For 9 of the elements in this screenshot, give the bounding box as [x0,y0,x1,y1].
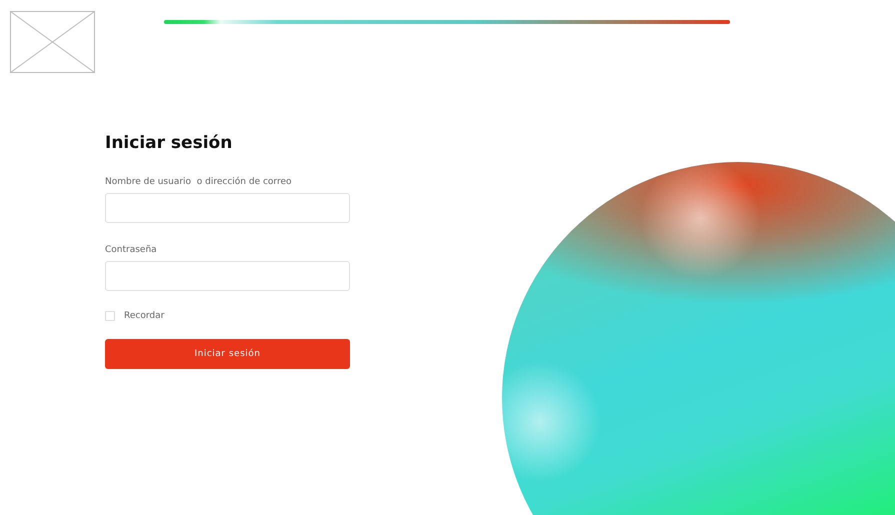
image-placeholder-icon [10,11,95,73]
field-label: Nombre de usuario o dirección de correo [105,177,293,187]
input-field[interactable] [105,261,350,291]
remember-label: Recordar [124,311,164,321]
checkbox[interactable] [105,311,115,321]
login-button[interactable]: Iniciar sesión [105,339,350,369]
input-field[interactable] [105,193,350,223]
login-title: Iniciar sesión [105,133,234,153]
field-label: Contraseña [105,245,158,255]
